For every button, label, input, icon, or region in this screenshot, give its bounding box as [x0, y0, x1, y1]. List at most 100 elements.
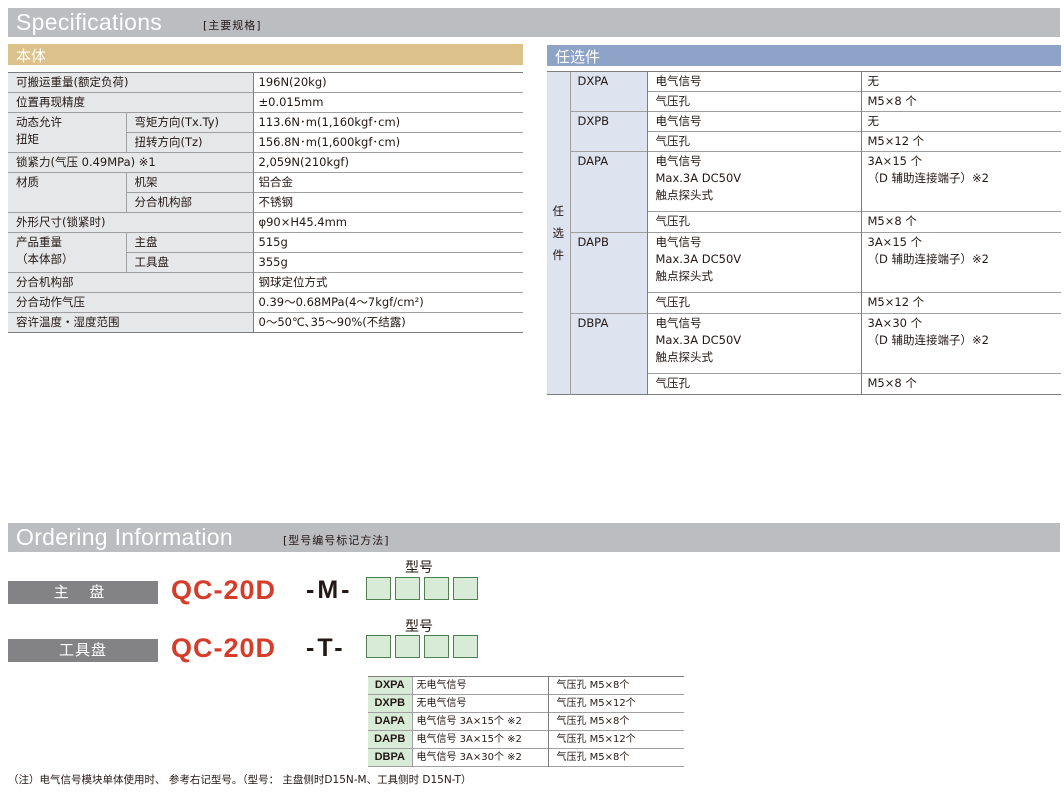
specifications-subtitle: [主要规格]	[203, 19, 262, 32]
spec-row: 位置再现精度 ±0.015mm	[8, 92, 523, 113]
ordering-code: DAPB	[368, 730, 412, 749]
type-label-tool: 型号	[405, 619, 433, 635]
tool-suffix: -T-	[306, 634, 346, 662]
ordering-table-row: DAPB 电气信号 3A×15个 ※2 气压孔 M5×12个	[368, 730, 684, 749]
option-value: M5×8 个	[860, 373, 1061, 395]
ordering-desc: 无电气信号	[411, 694, 548, 713]
ordering-table-row: DBPA 电气信号 3A×30个 ※2 气压孔 M5×8个	[368, 748, 684, 767]
spec-value: 2,059N(210kgf)	[252, 152, 523, 173]
spec-label: 材质	[8, 172, 126, 213]
ordering-table: DXPA 无电气信号 气压孔 M5×8个 DXPB 无电气信号 气压孔 M5×12个 DAP…	[368, 676, 684, 767]
option-item: 电气信号	[646, 71, 861, 92]
master-code: QC-20D	[171, 575, 277, 605]
option-value: M5×8 个	[860, 91, 1061, 112]
ordering-desc: 电气信号 3A×15个 ※2	[411, 730, 548, 749]
spec-row: 材质 机架 铝合金	[8, 172, 523, 213]
tool-label: 工具盘	[8, 639, 158, 662]
options-side-label: 任 选 件	[547, 71, 570, 395]
ordering-subtitle: [型号编号标记方法]	[283, 534, 390, 547]
option-model: DXPA	[569, 71, 647, 112]
ordering-desc: 电气信号 3A×30个 ※2	[411, 748, 548, 767]
spec-row: 可搬运重量(额定负荷) 196N(20kg)	[8, 72, 523, 93]
spec-value: 铝合金	[252, 172, 523, 193]
type-box	[366, 577, 391, 600]
type-box	[395, 577, 420, 600]
ordering-title: Ordering Information	[16, 524, 233, 550]
spec-label: 可搬运重量(额定负荷)	[8, 72, 253, 93]
spec-value: 515g	[252, 232, 523, 253]
ordering-hole: 气压孔 M5×12个	[547, 730, 684, 749]
spec-label: 锁紧力(气压 0.49MPa) ※1	[8, 152, 253, 173]
spec-value: 0.39～0.68MPa(4～7kgf/cm²)	[252, 292, 523, 313]
spec-label: 产品重量 （本体部）	[8, 232, 126, 273]
option-row: DAPB 电气信号 Max.3A DC50V 触点探头式 3A×15 个 （D 辅助…	[547, 232, 1061, 314]
spec-value: 钢球定位方式	[252, 272, 523, 293]
ordering-code: DXPA	[368, 676, 412, 695]
ordering-hole: 气压孔 M5×12个	[547, 694, 684, 713]
spec-row: 分合机构部 钢球定位方式	[8, 272, 523, 293]
option-item: 气压孔	[646, 292, 861, 314]
option-item: 气压孔	[646, 91, 861, 112]
specifications-title: Specifications	[16, 9, 163, 35]
option-item: 电气信号 Max.3A DC50V 触点探头式	[646, 232, 861, 293]
type-label-master: 型号	[405, 560, 433, 576]
option-value: M5×8 个	[860, 211, 1061, 233]
spec-row: 产品重量 （本体部） 主盘 515g	[8, 232, 523, 273]
option-item: 气压孔	[646, 373, 861, 395]
spec-value: 196N(20kg)	[252, 72, 523, 93]
spec-sublabel: 机架	[125, 172, 253, 193]
ordering-code: DXPB	[368, 694, 412, 713]
ordering-table-row: DXPB 无电气信号 气压孔 M5×12个	[368, 694, 684, 713]
option-value: M5×12 个	[860, 131, 1061, 152]
tool-type-boxes	[366, 635, 478, 658]
spec-label: 外形尺寸(锁紧时)	[8, 212, 253, 233]
option-value: 3A×15 个 （D 辅助连接端子）※2	[860, 232, 1061, 293]
ordering-code: DBPA	[368, 748, 412, 767]
spec-value: 113.6N･m(1,160kgf･cm)	[252, 112, 523, 133]
option-item: 电气信号	[646, 111, 861, 132]
type-box	[453, 635, 478, 658]
spec-value: 0～50℃､35～90%(不结露)	[252, 312, 523, 333]
spec-value: 不锈钢	[252, 192, 523, 213]
type-box	[424, 635, 449, 658]
type-box	[453, 577, 478, 600]
ordering-note: （注）电气信号模块单体使用时、 参考右记型号。（型号： 主盘侧时D15N-M、工…	[8, 774, 472, 786]
tool-code: QC-20D	[171, 633, 277, 663]
master-suffix: -M-	[306, 576, 353, 604]
option-value: 3A×15 个 （D 辅助连接端子）※2	[860, 151, 1061, 212]
type-box	[366, 635, 391, 658]
option-value: M5×12 个	[860, 292, 1061, 314]
ordering-desc: 无电气信号	[411, 676, 548, 695]
spec-row: 分合动作气压 0.39～0.68MPa(4～7kgf/cm²)	[8, 292, 523, 313]
option-row: DXPB 电气信号无	[547, 111, 1061, 152]
ordering-hole: 气压孔 M5×8个	[547, 748, 684, 767]
order-row-tool: 工具盘 QC-20D -T-	[8, 633, 708, 669]
spec-row: 锁紧力(气压 0.49MPa) ※1 2,059N(210kgf)	[8, 152, 523, 173]
option-value: 无	[860, 111, 1061, 132]
body-header: 本体	[8, 44, 523, 65]
spec-row: 外形尺寸(锁紧时) φ90×H45.4mm	[8, 212, 523, 233]
ordering-desc: 电气信号 3A×15个 ※2	[411, 712, 548, 731]
option-model: DXPB	[569, 111, 647, 152]
options-header: 任选件	[547, 45, 1061, 66]
ordering-hole: 气压孔 M5×8个	[547, 676, 684, 695]
spec-label: 分合机构部	[8, 272, 253, 293]
spec-sublabel: 工具盘	[125, 252, 253, 273]
spec-sublabel: 主盘	[125, 232, 253, 253]
ordering-table-row: DAPA 电气信号 3A×15个 ※2 气压孔 M5×8个	[368, 712, 684, 731]
spec-sublabel: 扭转方向(Tz)	[125, 132, 253, 153]
spec-row: 动态允许 扭矩 弯矩方向(Tx.Ty) 113.6N･m(1,160kgf･cm)	[8, 112, 523, 153]
option-row: DAPA 电气信号 Max.3A DC50V 触点探头式 3A×15 个 （D 辅助…	[547, 151, 1061, 233]
spec-label: 位置再现精度	[8, 92, 253, 113]
spec-label: 分合动作气压	[8, 292, 253, 313]
options-table: 任 选 件 DXPA 电气信号无气压孔 M5×8 个 DXPB 电气信号无气压孔 M5×12…	[547, 71, 1061, 395]
spec-value: φ90×H45.4mm	[252, 212, 523, 233]
spec-label: 动态允许 扭矩	[8, 112, 126, 153]
option-value: 3A×30 个 （D 辅助连接端子）※2	[860, 313, 1061, 374]
ordering-hole: 气压孔 M5×8个	[547, 712, 684, 731]
ordering-code: DAPA	[368, 712, 412, 731]
specifications-header: Specifications [主要规格]	[8, 8, 1060, 37]
ordering-table-row: DXPA 无电气信号 气压孔 M5×8个	[368, 676, 684, 695]
spec-value: 355g	[252, 252, 523, 273]
option-value: 无	[860, 71, 1061, 92]
